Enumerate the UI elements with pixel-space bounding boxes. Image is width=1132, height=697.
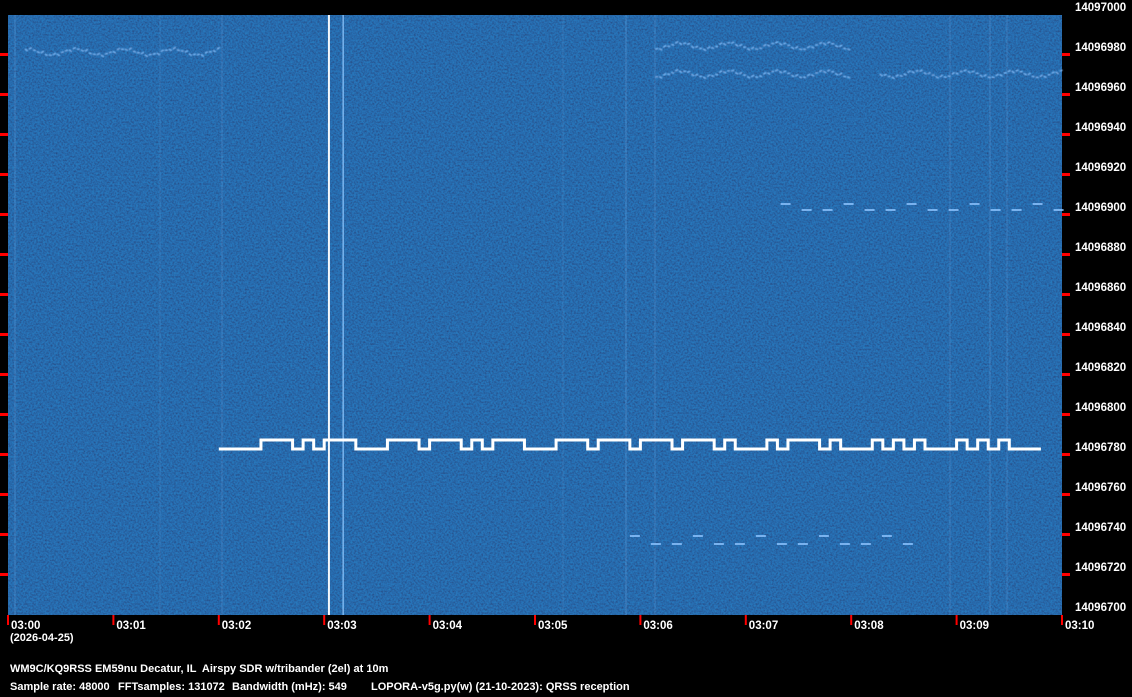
y-tick-label: 14096940 <box>1075 122 1126 134</box>
y-tick-left <box>0 53 8 56</box>
y-tick-right <box>1062 213 1070 216</box>
x-tick-label: 03:01 <box>116 620 146 632</box>
x-tick <box>1061 615 1063 625</box>
x-tick-label: 03:04 <box>433 620 463 632</box>
x-tick <box>323 615 326 625</box>
y-tick-right <box>1062 573 1070 576</box>
date-label: (2026-04-25) <box>10 632 74 644</box>
x-tick-label: 03:06 <box>643 620 672 632</box>
station-info: WM9C/KQ9RSS EM59nu Decatur, IL Airspy SD… <box>10 663 389 675</box>
x-tick-label: 03:03 <box>327 620 356 632</box>
y-tick-label: 14096740 <box>1075 522 1126 534</box>
x-tick <box>850 615 853 625</box>
bandwidth: Bandwidth (mHz): 549 <box>232 681 347 693</box>
spectrogram-chart: 14097000 14096980 14096960 14096940 14096920… <box>0 2 1126 632</box>
y-tick-label: 14096900 <box>1075 202 1126 214</box>
waterfall-area <box>8 15 1064 615</box>
x-tick <box>534 615 536 625</box>
x-tick-label: 03:07 <box>749 620 778 632</box>
x-tick-label: 03:02 <box>222 620 251 632</box>
y-tick-left <box>0 93 8 96</box>
x-tick <box>955 615 958 625</box>
x-tick <box>744 615 747 625</box>
software-version: LOPORA-v5g.py(w) (21-10-2023): QRSS rece… <box>371 681 630 693</box>
y-tick-label: 14096980 <box>1075 42 1126 54</box>
y-tick-label: 14096840 <box>1075 322 1126 334</box>
y-tick-label: 14097000 <box>1075 2 1126 14</box>
y-tick-label: 14096800 <box>1075 402 1126 414</box>
y-tick-right <box>1062 493 1070 496</box>
y-tick-right <box>1062 453 1070 456</box>
x-tick-label: 03:08 <box>854 620 884 632</box>
y-tick-left <box>0 453 8 456</box>
y-tick-right <box>1062 533 1070 536</box>
x-axis: 03:00 03:01 03:02 03:03 03:04 03:05 03:06 03:07… <box>7 615 1094 632</box>
y-tick-left <box>0 213 8 216</box>
y-tick-label: 14096720 <box>1075 562 1126 574</box>
y-tick-left <box>0 293 8 296</box>
y-tick-right <box>1062 373 1070 376</box>
x-tick-label: 03:00 <box>11 620 40 632</box>
x-tick <box>7 615 9 625</box>
y-tick-label: 14096820 <box>1075 362 1126 374</box>
x-tick-label: 03:05 <box>538 620 568 632</box>
x-tick <box>112 615 115 625</box>
y-tick-left <box>0 173 8 176</box>
y-tick-left <box>0 133 8 136</box>
qrss-grabber: 14097000 14096980 14096960 14096940 14096920… <box>0 0 1132 697</box>
y-tick-right <box>1062 93 1070 96</box>
y-tick-right <box>1062 173 1070 176</box>
y-tick-right <box>1062 413 1070 416</box>
y-tick-label: 14096700 <box>1075 602 1126 614</box>
y-tick-label: 14096960 <box>1075 82 1126 94</box>
fft-samples: FFTsamples: 131072 <box>118 681 225 693</box>
y-tick-right <box>1062 53 1070 56</box>
y-tick-left <box>0 253 8 256</box>
y-tick-label: 14096860 <box>1075 282 1126 294</box>
x-tick <box>639 615 642 625</box>
y-tick-right <box>1062 333 1070 336</box>
x-tick <box>428 615 431 625</box>
y-tick-label: 14096920 <box>1075 162 1126 174</box>
y-tick-left <box>0 533 8 536</box>
y-tick-left <box>0 373 8 376</box>
y-tick-left <box>0 333 8 336</box>
y-tick-left <box>0 573 8 576</box>
y-tick-right <box>1062 293 1070 296</box>
y-tick-right <box>1062 253 1070 256</box>
x-tick-label: 03:10 <box>1065 620 1094 632</box>
y-tick-label: 14096880 <box>1075 242 1126 254</box>
x-tick <box>217 615 220 625</box>
waterfall-noise <box>8 15 1062 615</box>
y-tick-left <box>0 413 8 416</box>
y-tick-label: 14096760 <box>1075 482 1126 494</box>
y-tick-right <box>1062 133 1070 136</box>
y-tick-left <box>0 493 8 496</box>
sample-rate: Sample rate: 48000 <box>10 681 110 693</box>
y-tick-label: 14096780 <box>1075 442 1126 454</box>
x-tick-label: 03:09 <box>960 620 989 632</box>
